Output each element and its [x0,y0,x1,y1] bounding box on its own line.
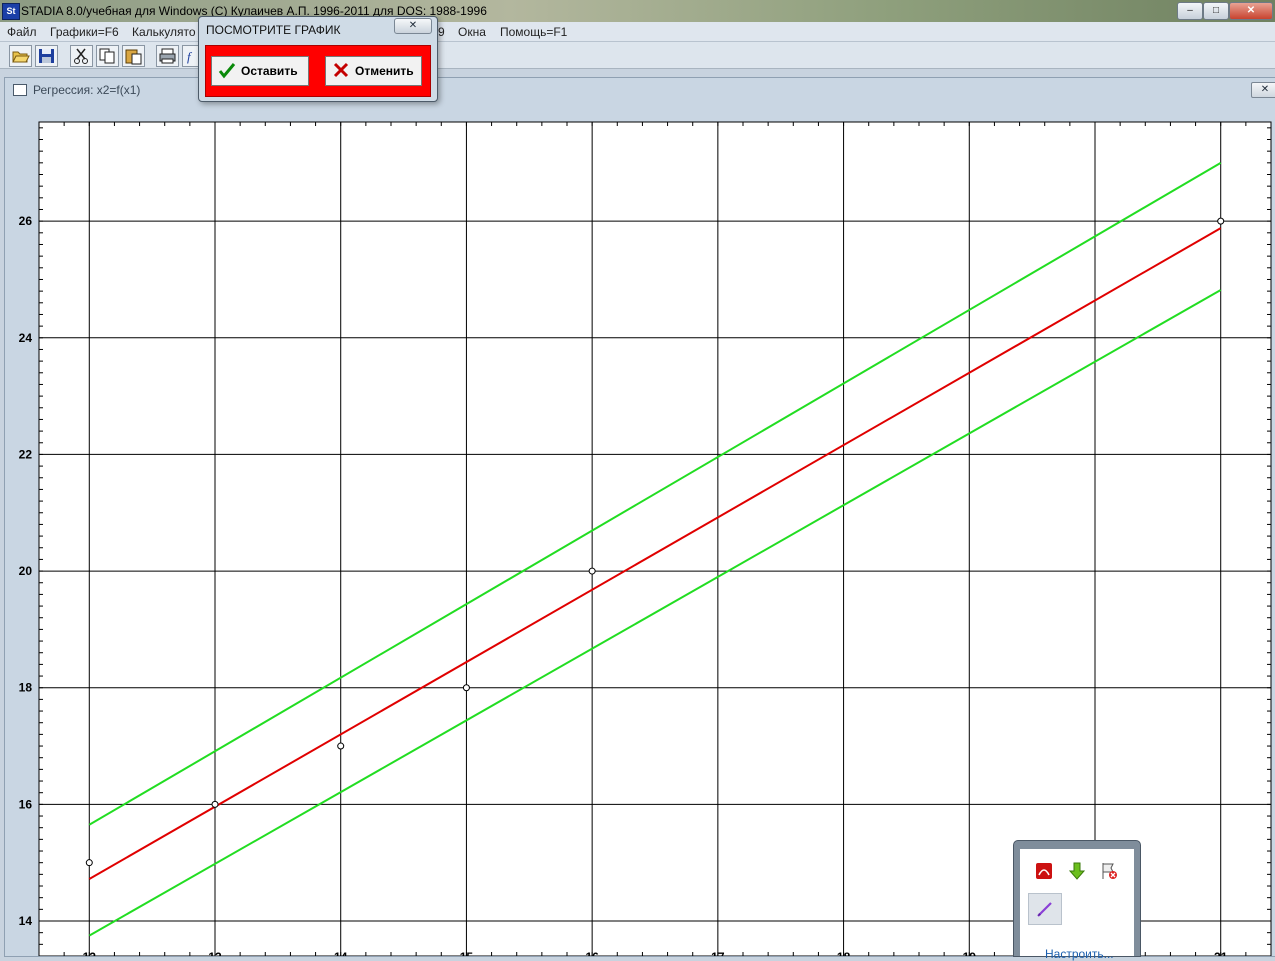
maximize-button[interactable]: □ [1203,2,1229,20]
print-icon[interactable] [156,45,179,67]
copy-icon[interactable] [96,45,119,67]
cut-icon[interactable] [70,45,93,67]
tray-icon-panel: Настроить... [1020,849,1134,961]
data-point [588,567,596,575]
data-point [85,859,93,867]
customize-link[interactable]: Настроить... [1045,947,1114,961]
data-point [462,684,470,692]
y-tick-label: 20 [19,564,33,578]
y-tick-label: 24 [19,331,33,345]
title-bar: St STADIA 8.0/учебная для Windows (C) Ку… [0,0,1275,22]
menu-windows[interactable]: Окна [458,25,486,39]
open-folder-icon[interactable] [9,45,32,67]
toolbar: f [0,42,1275,69]
checkmark-icon [218,63,236,79]
menu-graphs[interactable]: Графики=F6 [50,25,119,39]
keep-label: Оставить [241,64,298,78]
paste-icon[interactable] [122,45,145,67]
dialog-close-button[interactable]: ✕ [394,18,432,34]
cross-icon [333,62,349,78]
menu-help[interactable]: Помощь=F1 [500,25,567,39]
data-point [337,742,345,750]
svg-text:f: f [187,49,193,64]
data-point [1217,217,1225,225]
view-graph-dialog: ПОСМОТРИТЕ ГРАФИК ✕ Оставить Отменить [198,16,438,102]
y-tick-label: 14 [19,914,33,928]
dialog-button-frame: Оставить Отменить [205,45,431,97]
y-tick-label: 22 [19,447,33,461]
cancel-button[interactable]: Отменить [325,56,422,86]
y-tick-label: 16 [19,797,33,811]
cancel-label: Отменить [355,64,414,78]
y-tick-label: 18 [19,681,33,695]
menu-calculator[interactable]: Калькулято [132,25,196,39]
y-tick-label: 26 [19,214,33,228]
app-icon[interactable]: St [2,3,20,20]
menu-file[interactable]: Файл [7,25,37,39]
save-icon[interactable] [35,45,58,67]
acrobat-icon[interactable] [1034,861,1054,881]
close-button[interactable]: ✕ [1229,2,1273,20]
tray-selected-slot [1028,893,1062,925]
pen-icon[interactable] [1035,899,1055,919]
menu-item-9[interactable]: 9 [438,25,445,39]
notification-tray-popup: Настроить... [1013,840,1141,961]
data-point [211,800,219,808]
dialog-title: ПОСМОТРИТЕ ГРАФИК [206,23,341,37]
keep-button[interactable]: Оставить [211,56,309,86]
regression-chart: 1213141516171819202114161820222426 [19,121,1272,956]
plot-area [38,121,1272,956]
download-arrow-icon[interactable] [1067,861,1087,881]
regression-window: Регрессия: x2=f(x1) ✕ 121314151617181920… [4,77,1275,957]
flag-error-icon[interactable] [1099,861,1119,881]
minimize-button[interactable]: – [1177,2,1203,20]
menu-bar: Файл Графики=F6 Калькулято 9 Окна Помощь… [0,22,1275,42]
